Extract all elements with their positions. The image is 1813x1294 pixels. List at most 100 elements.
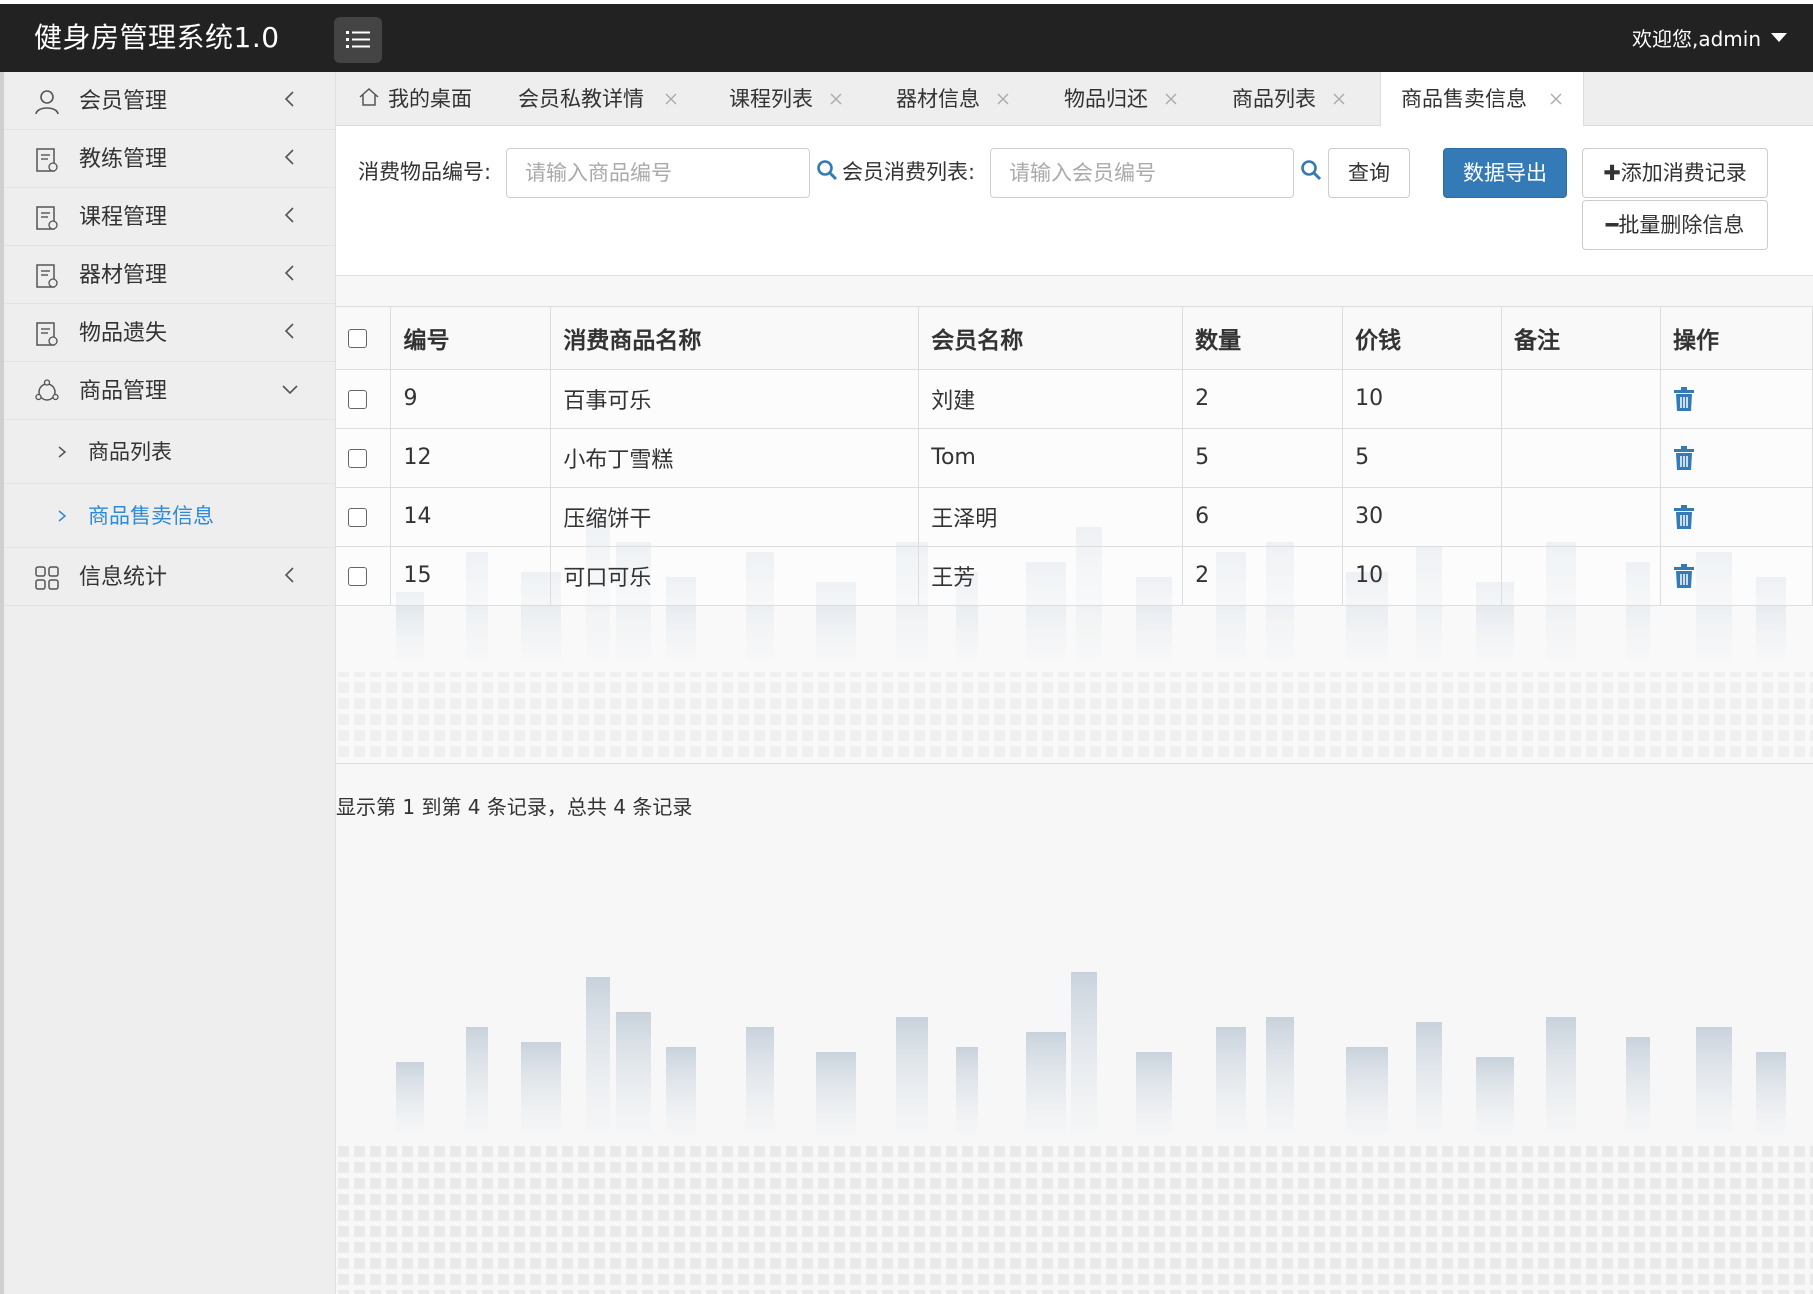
cell-qty: 5 bbox=[1182, 428, 1344, 488]
tab-course-list[interactable]: 课程列表 bbox=[729, 72, 849, 126]
close-icon[interactable] bbox=[664, 92, 678, 106]
sidebar-subitem-product-sales[interactable]: 商品售卖信息 bbox=[4, 484, 335, 548]
row-checkbox[interactable] bbox=[348, 448, 367, 468]
close-icon[interactable] bbox=[1332, 92, 1346, 106]
cell-qty: 6 bbox=[1182, 487, 1344, 547]
tab-product-list[interactable]: 商品列表 bbox=[1232, 72, 1352, 126]
cell-note bbox=[1501, 369, 1661, 429]
sidebar-item-products[interactable]: 商品管理 bbox=[4, 362, 335, 420]
sidebar-item-label: 器材管理 bbox=[79, 263, 168, 288]
menu-toggle-button[interactable] bbox=[334, 17, 382, 63]
row-checkbox[interactable] bbox=[348, 507, 367, 527]
cell-member: 王芳 bbox=[918, 546, 1184, 606]
batch-delete-button[interactable]: ━批量删除信息 bbox=[1582, 200, 1768, 250]
column-header[interactable]: 备注 bbox=[1501, 307, 1661, 370]
cell-qty: 2 bbox=[1182, 369, 1344, 429]
column-header[interactable]: 编号 bbox=[390, 307, 552, 370]
cell-note bbox=[1501, 546, 1661, 606]
cell-price: 10 bbox=[1342, 369, 1503, 429]
tab-bar: 我的桌面 会员私教详情 课程列表 器材信息 物品归还 商品列表 商品售卖信息 bbox=[336, 72, 1813, 127]
cell-member: 王泽明 bbox=[918, 487, 1184, 547]
sidebar-item-members[interactable]: 会员管理 bbox=[4, 72, 335, 130]
member-id-input[interactable] bbox=[990, 148, 1294, 198]
cell-actions bbox=[1660, 546, 1813, 606]
user-menu[interactable]: 欢迎您,admin bbox=[1632, 24, 1787, 54]
sales-table: 编号 消费商品名称 会员名称 数量 价钱 备注 操作 9 百事可乐 刘建 2 1… bbox=[336, 307, 1813, 606]
sidebar-item-courses[interactable]: 课程管理 bbox=[4, 188, 335, 246]
welcome-text: 欢迎您,admin bbox=[1631, 27, 1761, 51]
document-icon bbox=[36, 148, 58, 172]
select-all-checkbox[interactable] bbox=[348, 328, 367, 348]
table-row: 15 可口可乐 王芳 2 10 bbox=[336, 546, 1813, 606]
row-checkbox[interactable] bbox=[348, 389, 367, 409]
chevron-right-icon bbox=[58, 510, 67, 522]
chevron-left-icon bbox=[284, 91, 294, 107]
close-icon[interactable] bbox=[1549, 92, 1563, 106]
cell-note bbox=[1501, 487, 1661, 547]
cell-actions bbox=[1660, 487, 1813, 547]
trash-icon[interactable] bbox=[1673, 564, 1695, 588]
item-id-label: 消费物品编号: bbox=[358, 160, 492, 184]
tab-product-sales[interactable]: 商品售卖信息 bbox=[1380, 72, 1584, 127]
chevron-left-icon bbox=[284, 323, 294, 339]
chevron-left-icon bbox=[284, 265, 294, 281]
column-header[interactable]: 消费商品名称 bbox=[550, 307, 920, 370]
column-header: 操作 bbox=[1660, 307, 1813, 370]
pagination-summary: 显示第 1 到第 4 条记录，总共 4 条记录 bbox=[336, 795, 693, 819]
user-icon bbox=[35, 90, 59, 115]
cell-price: 30 bbox=[1342, 487, 1503, 547]
sidebar-item-lost-items[interactable]: 物品遗失 bbox=[4, 304, 335, 362]
select-all-cell bbox=[336, 307, 392, 370]
cell-note bbox=[1501, 428, 1661, 488]
row-select-cell bbox=[336, 369, 392, 429]
export-button[interactable]: 数据导出 bbox=[1443, 148, 1567, 198]
row-checkbox[interactable] bbox=[348, 566, 367, 586]
trash-icon[interactable] bbox=[1673, 387, 1695, 411]
document-icon bbox=[36, 322, 58, 346]
add-record-button[interactable]: ✚添加消费记录 bbox=[1582, 148, 1768, 198]
trash-icon[interactable] bbox=[1673, 505, 1695, 529]
cell-qty: 2 bbox=[1182, 546, 1344, 606]
sidebar-subitem-product-list[interactable]: 商品列表 bbox=[4, 420, 335, 484]
row-select-cell bbox=[336, 546, 392, 606]
sidebar-subitem-label: 商品列表 bbox=[88, 440, 172, 464]
close-icon[interactable] bbox=[1164, 92, 1178, 106]
cell-id: 9 bbox=[390, 369, 552, 429]
sidebar-item-label: 物品遗失 bbox=[79, 321, 168, 346]
column-header[interactable]: 会员名称 bbox=[918, 307, 1184, 370]
sidebar-item-coaches[interactable]: 教练管理 bbox=[4, 130, 335, 188]
filter-toolbar: 消费物品编号: 会员消费列表: 查询 数据导出 ✚添加消费记录 ━批量删除信息 bbox=[336, 126, 1813, 276]
column-header[interactable]: 价钱 bbox=[1342, 307, 1503, 370]
search-icon[interactable] bbox=[816, 159, 838, 181]
sidebar-item-label: 课程管理 bbox=[79, 205, 168, 230]
grid-icon bbox=[35, 566, 59, 590]
table-row: 12 小布丁雪糕 Tom 5 5 bbox=[336, 428, 1813, 488]
table-row: 14 压缩饼干 王泽明 6 30 bbox=[336, 487, 1813, 547]
cell-product: 百事可乐 bbox=[550, 369, 920, 429]
member-consumption-label: 会员消费列表: bbox=[842, 160, 976, 184]
cell-member: 刘建 bbox=[918, 369, 1184, 429]
tab-label: 器材信息 bbox=[896, 87, 980, 111]
tab-label: 课程列表 bbox=[729, 87, 813, 111]
home-icon bbox=[359, 87, 379, 106]
app-title: 健身房管理系统1.0 bbox=[34, 21, 280, 54]
sidebar-item-statistics[interactable]: 信息统计 bbox=[4, 548, 335, 606]
sidebar-item-equipment[interactable]: 器材管理 bbox=[4, 246, 335, 304]
tab-member-coaching[interactable]: 会员私教详情 bbox=[518, 72, 678, 126]
tab-equipment-info[interactable]: 器材信息 bbox=[896, 72, 1016, 126]
item-id-input[interactable] bbox=[506, 148, 810, 198]
close-icon[interactable] bbox=[829, 92, 843, 106]
cell-member: Tom bbox=[918, 428, 1184, 488]
column-header[interactable]: 数量 bbox=[1182, 307, 1344, 370]
tab-my-desktop[interactable]: 我的桌面 bbox=[358, 72, 472, 126]
tab-item-return[interactable]: 物品归还 bbox=[1064, 72, 1184, 126]
document-icon bbox=[36, 206, 58, 230]
table-header-row: 编号 消费商品名称 会员名称 数量 价钱 备注 操作 bbox=[336, 307, 1813, 370]
trash-icon[interactable] bbox=[1673, 446, 1695, 470]
sidebar-item-label: 会员管理 bbox=[79, 89, 168, 114]
query-button[interactable]: 查询 bbox=[1328, 148, 1410, 198]
search-icon[interactable] bbox=[1300, 159, 1322, 181]
main-content: 我的桌面 会员私教详情 课程列表 器材信息 物品归还 商品列表 商品售卖信息 消… bbox=[336, 72, 1813, 1294]
sidebar-item-label: 教练管理 bbox=[79, 147, 168, 172]
close-icon[interactable] bbox=[996, 92, 1010, 106]
